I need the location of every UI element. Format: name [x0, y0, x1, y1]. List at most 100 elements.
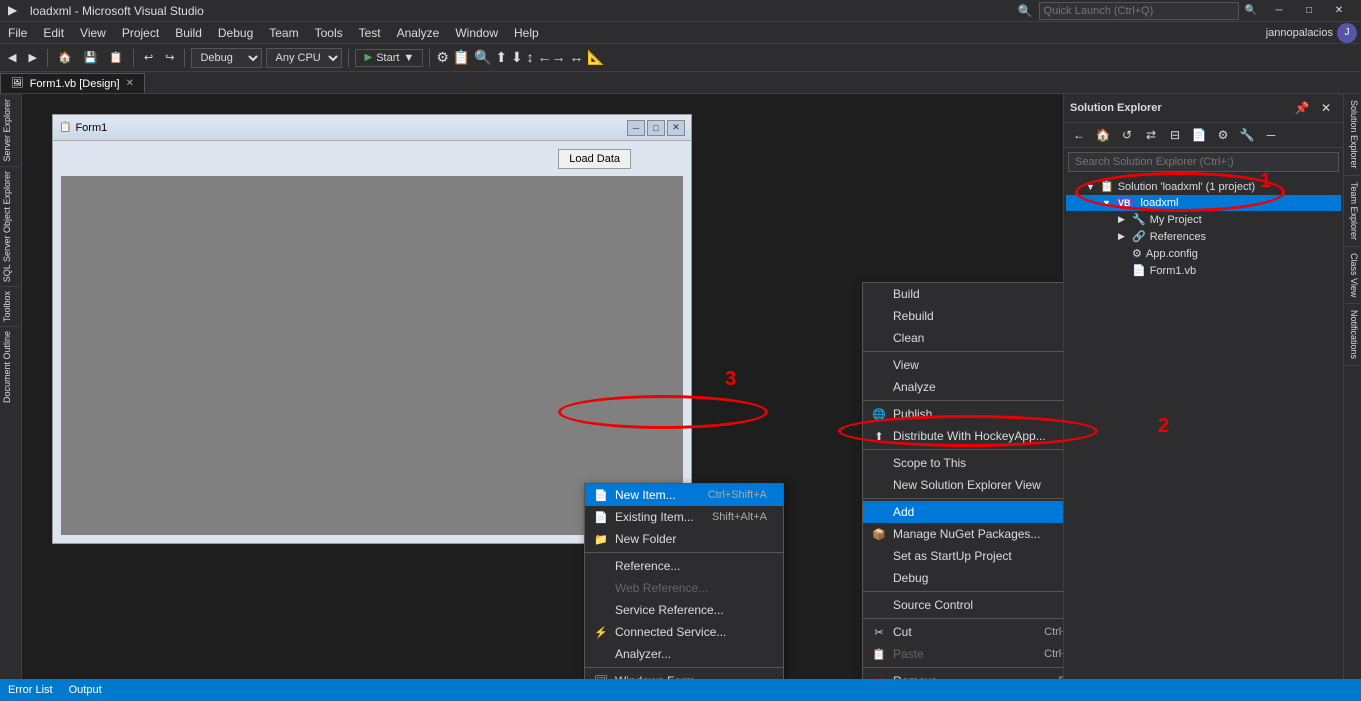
existing-item-shortcut: Shift+Alt+A: [712, 511, 767, 523]
start-button[interactable]: ▶ Start ▼: [355, 49, 423, 67]
new-folder-icon: 📁: [593, 533, 609, 546]
designer-area: 📋 Form1 ─ □ ✕ Load Data 📄 New Item... Ct…: [22, 94, 1063, 679]
toolbar-home[interactable]: 🏠: [54, 49, 76, 66]
form-maximize[interactable]: □: [647, 120, 665, 136]
sol-btn-collapse[interactable]: ⊟: [1164, 125, 1186, 145]
menu-existing-item[interactable]: 📄 Existing Item... Shift+Alt+A: [585, 506, 783, 528]
menu-test[interactable]: Test: [351, 22, 389, 44]
sidebar-class-view[interactable]: Class View: [1344, 247, 1361, 304]
ctx-new-sol-view[interactable]: New Solution Explorer View: [863, 474, 1063, 496]
output-tab[interactable]: Output: [69, 684, 102, 696]
tree-project-loadxml[interactable]: ▼ VB loadxml: [1066, 195, 1341, 211]
menu-analyzer[interactable]: Analyzer...: [585, 643, 783, 665]
my-project-icon: 🔧: [1132, 213, 1146, 226]
toolbar-save-all[interactable]: 📋: [105, 49, 127, 66]
sol-exp-pin[interactable]: 📌: [1291, 98, 1313, 118]
sidebar-sql-explorer[interactable]: SQL Server Object Explorer: [0, 166, 21, 286]
tree-solution[interactable]: ▼ 📋 Solution 'loadxml' (1 project): [1066, 178, 1341, 195]
ctx-view[interactable]: View ▶: [863, 354, 1063, 376]
sol-btn-filter[interactable]: ⚙: [1212, 125, 1234, 145]
menu-service-reference[interactable]: Service Reference...: [585, 599, 783, 621]
toolbar-back[interactable]: ◀: [4, 49, 20, 66]
sol-btn-home[interactable]: 🏠: [1092, 125, 1114, 145]
menu-connected-service[interactable]: ⚡ Connected Service...: [585, 621, 783, 643]
ctx-remove[interactable]: ✕ Remove Del: [863, 670, 1063, 679]
error-list-tab[interactable]: Error List: [8, 684, 53, 696]
sol-btn-back[interactable]: ←: [1068, 125, 1090, 145]
form-close[interactable]: ✕: [667, 120, 685, 136]
ctx-cut[interactable]: ✂ Cut Ctrl+X: [863, 621, 1063, 643]
solution-explorer-panel: Solution Explorer 📌 ✕ ← 🏠 ↺ ⇄ ⊟ 📄 ⚙ 🔧 ─ …: [1063, 94, 1343, 679]
sol-exp-close[interactable]: ✕: [1315, 98, 1337, 118]
menu-project[interactable]: Project: [114, 22, 167, 44]
load-data-button[interactable]: Load Data: [558, 149, 631, 169]
ctx-scope[interactable]: Scope to This: [863, 452, 1063, 474]
menu-file[interactable]: File: [0, 22, 35, 44]
tree-app-config[interactable]: ▶ ⚙ App.config: [1066, 245, 1341, 262]
toolbar-save[interactable]: 💾: [80, 49, 102, 66]
sol-btn-pin2[interactable]: ─: [1260, 125, 1282, 145]
app-config-icon: ⚙: [1132, 247, 1142, 260]
refs-icon: 🔗: [1132, 230, 1146, 243]
sidebar-notifications[interactable]: Notifications: [1344, 304, 1361, 366]
menu-analyze[interactable]: Analyze: [389, 22, 448, 44]
menu-debug[interactable]: Debug: [210, 22, 261, 44]
toolbar-undo[interactable]: ↩: [140, 49, 157, 66]
ctx-clean[interactable]: Clean: [863, 327, 1063, 349]
menu-window[interactable]: Window: [447, 22, 506, 44]
sidebar-document-outline[interactable]: Document Outline: [0, 326, 21, 407]
solution-tree: ▼ 📋 Solution 'loadxml' (1 project) ▼ VB …: [1064, 176, 1343, 679]
tree-form1-vb[interactable]: ▶ 📄 Form1.vb: [1066, 262, 1341, 279]
debug-mode-dropdown[interactable]: Debug Release: [191, 48, 262, 68]
ctx-nuget[interactable]: 📦 Manage NuGet Packages...: [863, 523, 1063, 545]
sol-btn-settings[interactable]: 🔧: [1236, 125, 1258, 145]
ctx-publish[interactable]: 🌐 Publish...: [863, 403, 1063, 425]
ctx-add[interactable]: Add ▶: [863, 501, 1063, 523]
tab-close-button[interactable]: ✕: [126, 78, 134, 89]
minimize-icon: 🔍: [1245, 5, 1257, 16]
minimize-button[interactable]: ─: [1265, 0, 1293, 22]
ctx-source-control[interactable]: Source Control ▶: [863, 594, 1063, 616]
sol-btn-refresh[interactable]: ↺: [1116, 125, 1138, 145]
sol-expand-icon: ▼: [1086, 182, 1096, 192]
ctx-hockey[interactable]: ⬆ Distribute With HockeyApp...: [863, 425, 1063, 447]
ctx-analyze[interactable]: Analyze ▶: [863, 376, 1063, 398]
ctx-build[interactable]: Build: [863, 283, 1063, 305]
menu-new-folder[interactable]: 📁 New Folder: [585, 528, 783, 550]
ctx-debug[interactable]: Debug ▶: [863, 567, 1063, 589]
menu-build[interactable]: Build: [167, 22, 210, 44]
menu-new-item[interactable]: 📄 New Item... Ctrl+Shift+A: [585, 484, 783, 506]
menu-windows-form[interactable]: 🖼 Windows Form...: [585, 670, 783, 679]
sidebar-team-explorer[interactable]: Team Explorer: [1344, 176, 1361, 247]
sidebar-toolbox[interactable]: Toolbox: [0, 286, 21, 326]
tree-references[interactable]: ▶ 🔗 References: [1066, 228, 1341, 245]
main-layout: Server Explorer SQL Server Object Explor…: [0, 94, 1361, 679]
menu-reference[interactable]: Reference...: [585, 555, 783, 577]
sidebar-server-explorer[interactable]: Server Explorer: [0, 94, 21, 166]
tab-form1-design[interactable]: 🖼 Form1.vb [Design] ✕: [0, 73, 145, 93]
sol-btn-show-files[interactable]: 📄: [1188, 125, 1210, 145]
menu-team[interactable]: Team: [261, 22, 306, 44]
quick-launch-input[interactable]: [1039, 2, 1239, 20]
hockey-icon: ⬆: [871, 430, 887, 443]
toolbar-forward[interactable]: ▶: [24, 49, 40, 66]
form-minimize[interactable]: ─: [627, 120, 645, 136]
menu-view[interactable]: View: [72, 22, 114, 44]
close-button[interactable]: ✕: [1325, 0, 1353, 22]
menu-tools[interactable]: Tools: [307, 22, 351, 44]
tree-my-project[interactable]: ▶ 🔧 My Project: [1066, 211, 1341, 228]
menu-help[interactable]: Help: [506, 22, 547, 44]
ctx-rebuild[interactable]: Rebuild: [863, 305, 1063, 327]
ctx-startup[interactable]: Set as StartUp Project: [863, 545, 1063, 567]
sol-exp-search-input[interactable]: [1068, 152, 1339, 172]
sol-btn-sync[interactable]: ⇄: [1140, 125, 1162, 145]
form-content-panel: [61, 176, 683, 535]
menu-edit[interactable]: Edit: [35, 22, 72, 44]
add-submenu: 📄 New Item... Ctrl+Shift+A 📄 Existing It…: [584, 483, 784, 679]
platform-dropdown[interactable]: Any CPU: [266, 48, 342, 68]
maximize-button[interactable]: □: [1295, 0, 1323, 22]
toolbar-redo[interactable]: ↪: [161, 49, 178, 66]
analyzer-label: Analyzer...: [615, 647, 671, 661]
sidebar-solution-explorer[interactable]: Solution Explorer: [1344, 94, 1361, 176]
ctx-paste: 📋 Paste Ctrl+V: [863, 643, 1063, 665]
